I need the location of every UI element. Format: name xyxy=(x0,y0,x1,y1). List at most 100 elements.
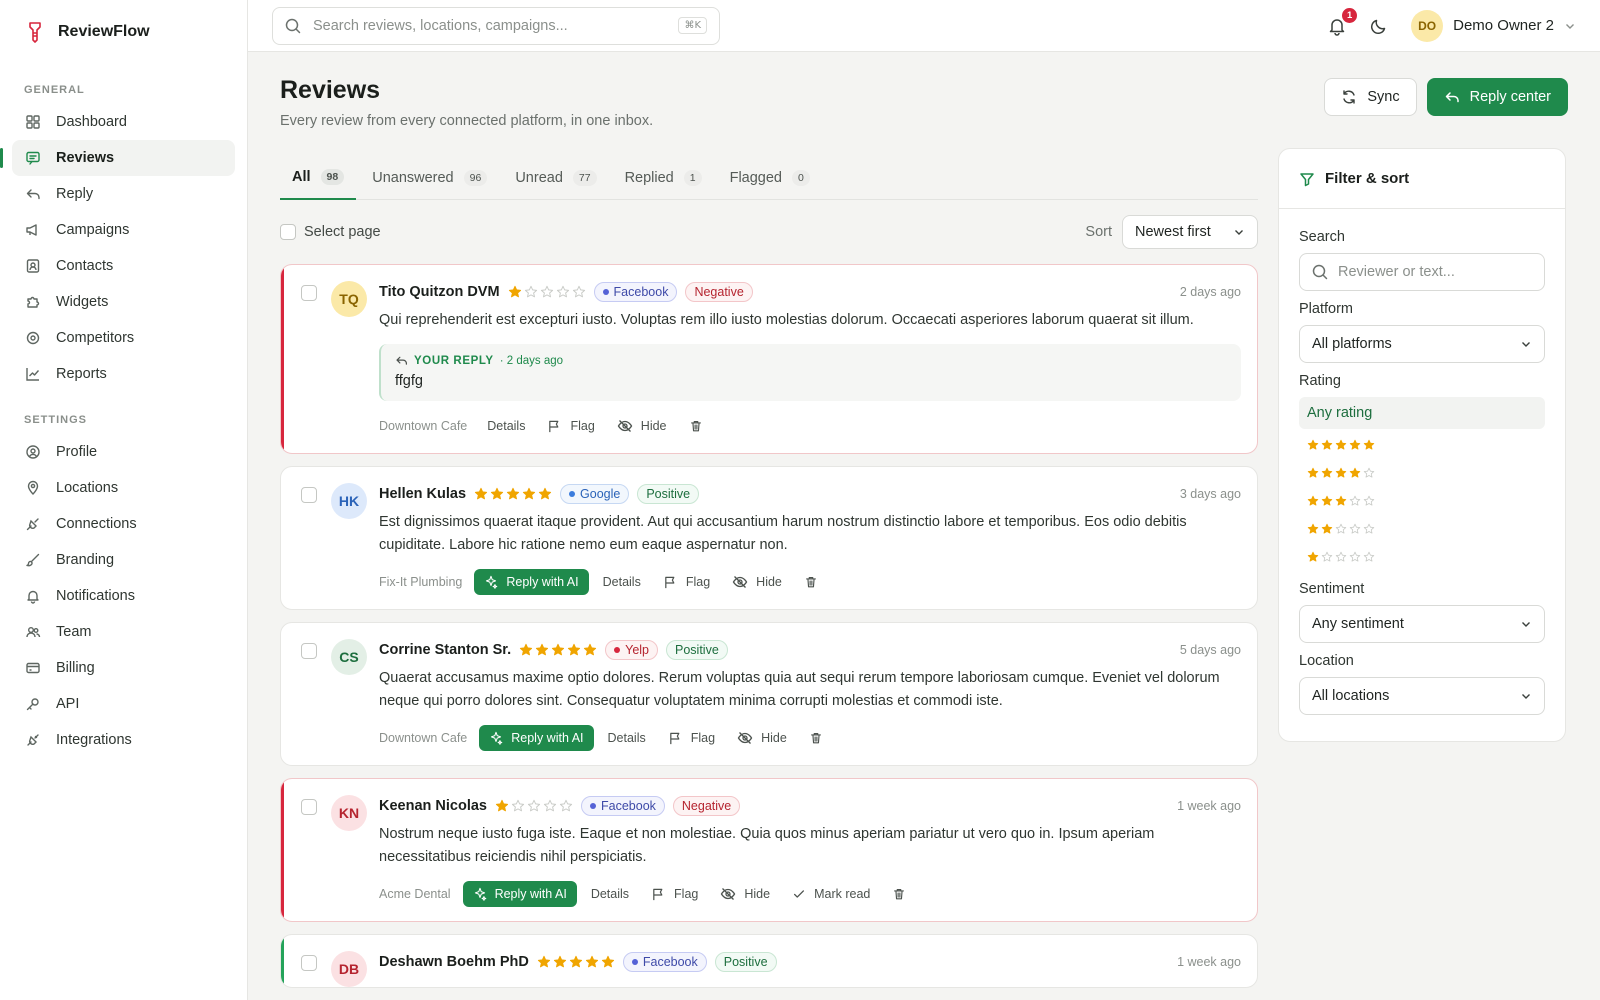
review-checkbox[interactable] xyxy=(301,487,317,503)
review-checkbox[interactable] xyxy=(301,799,317,815)
reply-with-ai-button[interactable]: Reply with AI xyxy=(479,725,594,751)
platform-name: Facebook xyxy=(613,285,669,299)
reply-with-ai-button[interactable]: Reply with AI xyxy=(462,881,577,907)
key-icon xyxy=(24,695,42,713)
sidebar-item-billing[interactable]: Billing xyxy=(12,650,235,686)
sparkle-icon xyxy=(489,731,503,745)
tab-label: Replied xyxy=(624,170,674,186)
sync-button[interactable]: Sync xyxy=(1324,78,1417,116)
star-filled-icon xyxy=(1363,439,1375,450)
select-page[interactable]: Select page xyxy=(280,224,381,240)
tab-all[interactable]: All 98 xyxy=(280,156,357,200)
search-input[interactable] xyxy=(313,17,667,34)
reviewer-name[interactable]: Tito Quitzon DVM xyxy=(379,284,500,300)
sidebar-item-reply[interactable]: Reply xyxy=(12,176,235,212)
flag-button[interactable]: Flag xyxy=(643,881,706,907)
reviewer-name[interactable]: Hellen Kulas xyxy=(379,486,466,502)
location-value: All locations xyxy=(1312,688,1390,704)
rating-option-2[interactable] xyxy=(1299,515,1545,543)
sidebar-item-profile[interactable]: Profile xyxy=(12,434,235,470)
rating-option-4[interactable] xyxy=(1299,459,1545,487)
sidebar-item-label: Locations xyxy=(56,480,119,496)
sidebar-item-api[interactable]: API xyxy=(12,686,235,722)
review-card[interactable]: HK Hellen Kulas Google Positive 3 days ago Es… xyxy=(280,466,1258,610)
delete-button[interactable] xyxy=(796,569,826,595)
flag-button[interactable]: Flag xyxy=(539,413,602,439)
flag-button[interactable]: Flag xyxy=(655,569,718,595)
reply-with-ai-label: Reply with AI xyxy=(494,887,567,901)
rating-option-1[interactable] xyxy=(1299,543,1545,571)
review-text: Qui reprehenderit est excepturi iusto. V… xyxy=(379,312,1194,328)
review-checkbox[interactable] xyxy=(301,955,317,971)
tab-unread[interactable]: Unread 77 xyxy=(503,156,608,200)
star-filled-icon xyxy=(585,955,598,968)
search-icon xyxy=(1312,264,1328,280)
sidebar-item-notifications[interactable]: Notifications xyxy=(12,578,235,614)
sidebar-item-reports[interactable]: Reports xyxy=(12,356,235,392)
details-button[interactable]: Details xyxy=(479,413,533,439)
brand[interactable]: ReviewFlow xyxy=(0,0,247,64)
rating-option-stars xyxy=(1307,551,1375,563)
tab-unanswered[interactable]: Unanswered 96 xyxy=(360,156,499,200)
sidebar-item-contacts[interactable]: Contacts xyxy=(12,248,235,284)
theme-toggle[interactable] xyxy=(1369,16,1389,36)
mark-read-button[interactable]: Mark read xyxy=(784,881,878,907)
tab-replied[interactable]: Replied 1 xyxy=(613,156,714,200)
review-card[interactable]: KN Keenan Nicolas Facebook Negative 1 week a… xyxy=(280,778,1258,922)
delete-button[interactable] xyxy=(801,725,831,751)
sidebar-item-campaigns[interactable]: Campaigns xyxy=(12,212,235,248)
user-menu[interactable]: DO Demo Owner 2 xyxy=(1411,9,1576,42)
sidebar-item-connections[interactable]: Connections xyxy=(12,506,235,542)
sparkle-icon xyxy=(484,575,498,589)
reviewer-name[interactable]: Deshawn Boehm PhD xyxy=(379,954,529,970)
reviewer-name[interactable]: Keenan Nicolas xyxy=(379,798,487,814)
select-page-label: Select page xyxy=(304,224,381,240)
trash-icon xyxy=(892,887,906,901)
platform-select[interactable]: All platforms xyxy=(1299,325,1545,363)
review-card[interactable]: CS Corrine Stanton Sr. Yelp Positive 5 days … xyxy=(280,622,1258,766)
details-button[interactable]: Details xyxy=(595,569,649,595)
notifications-button[interactable]: 1 xyxy=(1327,7,1358,36)
sentiment-bar xyxy=(281,265,284,453)
reply-center-button[interactable]: Reply center xyxy=(1426,78,1568,116)
hide-button[interactable]: Hide xyxy=(729,725,795,751)
sidebar-item-integrations[interactable]: Integrations xyxy=(12,722,235,758)
sentiment-select[interactable]: Any sentiment xyxy=(1299,605,1545,643)
details-button[interactable]: Details xyxy=(600,725,654,751)
review-card[interactable]: TQ Tito Quitzon DVM Facebook Negative 2 days… xyxy=(280,264,1258,454)
hide-button[interactable]: Hide xyxy=(712,881,778,907)
review-checkbox[interactable] xyxy=(301,285,317,301)
sidebar-item-branding[interactable]: Branding xyxy=(12,542,235,578)
flag-button[interactable]: Flag xyxy=(660,725,723,751)
platform-name: Facebook xyxy=(642,955,698,969)
rating-option-any[interactable]: Any rating xyxy=(1299,397,1545,429)
details-button[interactable]: Details xyxy=(583,881,637,907)
star-empty-icon xyxy=(1363,467,1375,478)
delete-button[interactable] xyxy=(681,413,711,439)
platform-name: Facebook xyxy=(601,799,656,813)
review-checkbox[interactable] xyxy=(301,643,317,659)
rating-option-5[interactable] xyxy=(1299,431,1545,459)
sidebar-item-dashboard[interactable]: Dashboard xyxy=(12,104,235,140)
tab-flagged[interactable]: Flagged 0 xyxy=(718,156,822,200)
sidebar-item-team[interactable]: Team xyxy=(12,614,235,650)
global-search[interactable]: ⌘K xyxy=(272,6,720,45)
rating-option-3[interactable] xyxy=(1299,487,1545,515)
select-page-checkbox[interactable] xyxy=(280,224,296,240)
delete-button[interactable] xyxy=(884,881,914,907)
reply-with-ai-button[interactable]: Reply with AI xyxy=(474,569,589,595)
hide-button[interactable]: Hide xyxy=(609,413,675,439)
reviewer-name[interactable]: Corrine Stanton Sr. xyxy=(379,642,511,658)
sidebar-item-locations[interactable]: Locations xyxy=(12,470,235,506)
sidebar-item-widgets[interactable]: Widgets xyxy=(12,284,235,320)
sidebar-item-reviews[interactable]: Reviews xyxy=(0,140,235,176)
filter-search[interactable] xyxy=(1299,253,1545,291)
platform-dot xyxy=(590,803,596,809)
hide-label: Hide xyxy=(640,419,667,433)
review-card[interactable]: DB Deshawn Boehm PhD Facebook Positive 1 wee… xyxy=(280,934,1258,988)
location-select[interactable]: All locations xyxy=(1299,677,1545,715)
sidebar-item-competitors[interactable]: Competitors xyxy=(12,320,235,356)
sort-select[interactable]: Newest first xyxy=(1122,215,1258,249)
hide-button[interactable]: Hide xyxy=(724,569,790,595)
filter-search-input[interactable] xyxy=(1338,264,1532,280)
